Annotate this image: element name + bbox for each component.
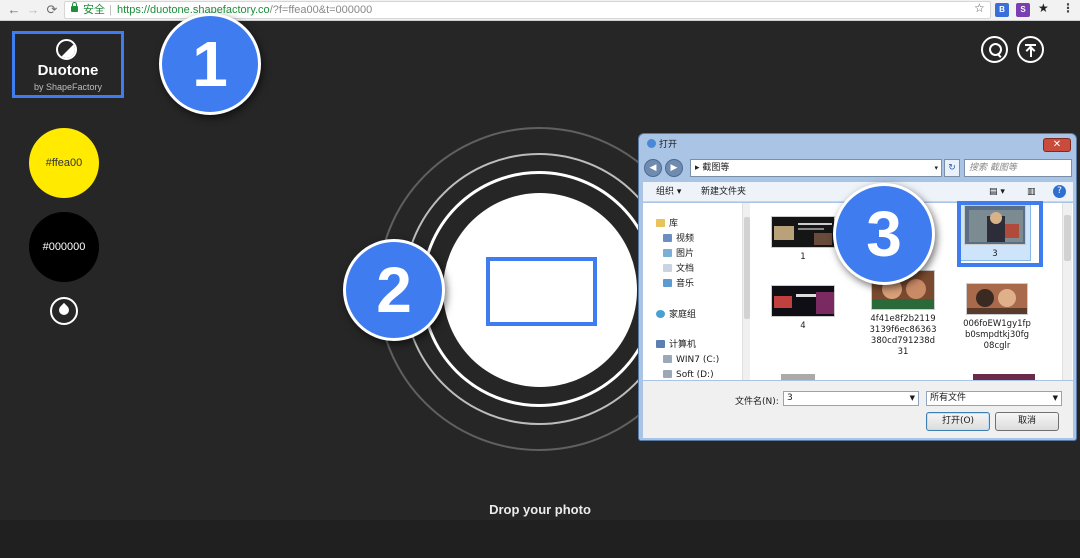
secure-label: 安全 xyxy=(83,4,105,16)
dialog-footer: 文件名(N): 3 ▼ 所有文件 ▼ 打开(O) 取消 xyxy=(643,381,1073,438)
organize-menu[interactable]: 组织 ▾ xyxy=(656,182,681,202)
view-options-icon[interactable]: ▤ ▾ xyxy=(989,182,1005,202)
refresh-icon[interactable]: ↻ xyxy=(944,159,960,177)
file-thumbnail xyxy=(771,216,835,248)
search-icon[interactable] xyxy=(981,36,1008,63)
tree-item-music[interactable]: 音乐 xyxy=(663,277,694,291)
step-2-badge: 2 xyxy=(343,239,445,341)
drive-icon xyxy=(663,370,672,378)
step-1-badge: 1 xyxy=(159,13,261,115)
bookmarks-icon[interactable]: ★ xyxy=(1038,1,1049,15)
tree-item-library[interactable]: 库 xyxy=(656,217,678,231)
tree-item-drive-c[interactable]: WIN7 (C:) xyxy=(663,353,719,367)
chrome-icon xyxy=(647,139,656,148)
logo-subtitle: by ShapeFactory xyxy=(33,82,103,92)
browser-menu-icon[interactable]: ⋮ xyxy=(1062,1,1074,15)
file-thumbnail-partial xyxy=(781,374,815,380)
scrollbar-thumb[interactable] xyxy=(744,217,750,319)
file-thumbnail xyxy=(966,283,1028,315)
navigation-scrollbar[interactable] xyxy=(742,203,750,380)
file-list-scrollbar[interactable] xyxy=(1062,203,1072,380)
color-swatch-highlight[interactable]: #ffea00 xyxy=(29,128,99,198)
preview-pane-icon[interactable]: ▥ xyxy=(1027,182,1036,202)
open-button[interactable]: 打开(O) xyxy=(926,412,990,431)
color-picker-drop-icon[interactable] xyxy=(50,297,78,325)
file-item[interactable]: 4f41e8f2b2119 3139f6ec86363 380cd791238d… xyxy=(855,270,951,358)
file-thumbnail-partial xyxy=(973,374,1035,380)
dialog-title: 打开 xyxy=(647,137,677,153)
forward-arrow-icon[interactable]: → xyxy=(25,2,41,18)
video-icon xyxy=(663,234,672,242)
dialog-nav-bar: ◀ ▶ ▸ 截图等 ▾ ↻ 搜索 截图等 xyxy=(644,157,1072,179)
tree-item-pictures[interactable]: 图片 xyxy=(663,247,694,261)
homegroup-icon xyxy=(656,310,665,318)
drop-target-highlight[interactable] xyxy=(486,257,597,326)
back-icon[interactable]: ◀ xyxy=(644,159,662,177)
bottom-bar xyxy=(0,520,1080,558)
filename-input[interactable]: 3 ▼ xyxy=(783,391,919,406)
url-path: /?f=ffea00&t=000000 xyxy=(269,4,373,16)
browser-toolbar: ← → ⟳ 安全 | https://duotone.shapefactory.… xyxy=(0,0,1080,21)
tree-item-documents[interactable]: 文档 xyxy=(663,262,694,276)
chevron-down-icon[interactable]: ▼ xyxy=(910,392,915,405)
folder-search-input[interactable]: 搜索 截图等 xyxy=(964,159,1072,177)
tree-item-computer[interactable]: 计算机 xyxy=(656,338,696,352)
file-thumbnail xyxy=(771,285,835,317)
drop-photo-label: Drop your photo xyxy=(489,502,591,517)
file-type-select[interactable]: 所有文件 ▼ xyxy=(926,391,1062,406)
document-icon xyxy=(663,264,672,272)
upload-icon[interactable] xyxy=(1017,36,1044,63)
step-3-badge: 3 xyxy=(833,183,935,285)
open-file-dialog: 打开 ✕ ◀ ▶ ▸ 截图等 ▾ ↻ 搜索 截图等 组织 ▾ 新建文件夹 ▤ ▾ … xyxy=(638,133,1077,441)
tree-item-homegroup[interactable]: 家庭组 xyxy=(656,308,696,322)
url-text: https://duotone.shapefactory.co/?f=ffea0… xyxy=(117,2,372,18)
picture-icon xyxy=(663,249,672,257)
computer-icon xyxy=(656,340,665,348)
filename-label: 文件名(N): xyxy=(735,397,779,407)
chevron-down-icon[interactable]: ▼ xyxy=(1053,392,1058,405)
navigation-pane: 库 视频 图片 文档 音乐 家庭组 计算机 WIN7 (C:) Soft (D:… xyxy=(643,203,750,380)
address-separator: | xyxy=(109,4,112,16)
new-folder-button[interactable]: 新建文件夹 xyxy=(701,182,746,202)
music-icon xyxy=(663,279,672,287)
help-icon[interactable]: ? xyxy=(1053,185,1066,198)
url-host: https://duotone.shapefactory.co xyxy=(117,4,270,16)
logo-title: Duotone xyxy=(37,62,99,79)
scrollbar-thumb[interactable] xyxy=(1064,215,1071,261)
reload-icon[interactable]: ⟳ xyxy=(44,2,60,18)
drive-icon xyxy=(663,355,672,363)
tree-item-videos[interactable]: 视频 xyxy=(663,232,694,246)
file-item[interactable]: 006foEW1gy1fp b0smpdtkj30fg 08cglr xyxy=(949,283,1045,352)
half-circle-logo-icon xyxy=(56,39,77,60)
color-swatch-shadow[interactable]: #000000 xyxy=(29,212,99,282)
file-item[interactable]: 4 xyxy=(759,285,847,332)
forward-icon[interactable]: ▶ xyxy=(665,159,683,177)
duotone-logo[interactable]: Duotone by ShapeFactory xyxy=(12,31,124,98)
path-breadcrumb[interactable]: ▸ 截图等 ▾ xyxy=(690,159,942,177)
cancel-button[interactable]: 取消 xyxy=(995,412,1059,431)
tree-item-drive-d[interactable]: Soft (D:) xyxy=(663,368,714,382)
back-arrow-icon[interactable]: ← xyxy=(6,2,22,18)
extension-icon[interactable]: B xyxy=(995,3,1009,17)
lock-icon xyxy=(71,2,78,12)
extension-icon[interactable]: S xyxy=(1016,3,1030,17)
bookmark-star-icon[interactable]: ☆ xyxy=(974,1,985,15)
library-icon xyxy=(656,219,665,227)
selected-file-highlight xyxy=(957,201,1043,267)
dialog-close-button[interactable]: ✕ xyxy=(1043,138,1071,152)
